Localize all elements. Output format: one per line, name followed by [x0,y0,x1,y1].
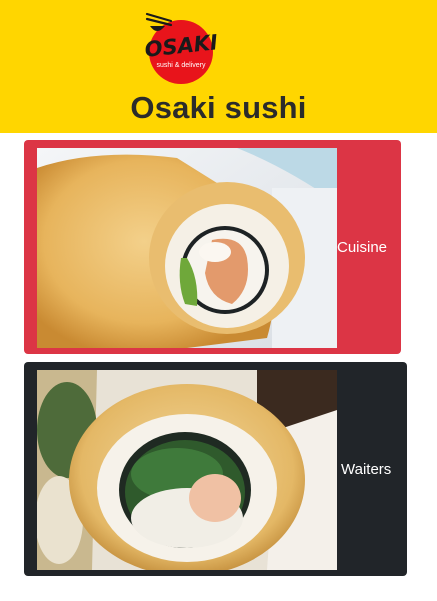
cuisine-photo [37,148,337,348]
waiters-photo [37,370,337,570]
cuisine-card[interactable]: Cuisine [24,140,401,354]
waiters-label: Waiters [341,460,392,478]
osaki-logo[interactable]: OSAKI sushi & delivery [141,8,223,86]
page-title: Osaki sushi [130,90,307,125]
logo-tagline: sushi & delivery [156,62,206,69]
header: OSAKI sushi & delivery Osaki sushi [0,0,437,133]
cuisine-label: Cuisine [337,238,388,256]
waiters-card[interactable]: Waiters [24,362,407,576]
